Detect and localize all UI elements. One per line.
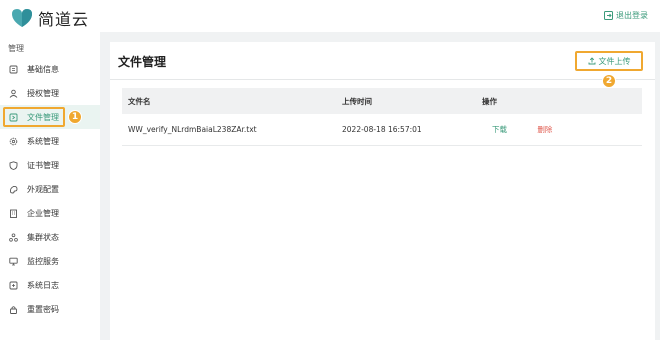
page-title: 文件管理 bbox=[118, 55, 167, 69]
upload-file-label: 文件上传 bbox=[598, 56, 631, 66]
logout-label: 退出登录 bbox=[616, 11, 648, 20]
brand-logo[interactable]: 简道云 bbox=[10, 6, 89, 30]
column-header-upload-time: 上传时间 bbox=[342, 96, 372, 106]
appearance-icon bbox=[9, 185, 18, 194]
sidebar-item-enterprise[interactable]: 企业管理 bbox=[0, 201, 100, 225]
file-table: 文件名 上传时间 操作 WW_verify_NLrdmBaiaL238ZAr.t… bbox=[122, 88, 642, 146]
cluster-icon bbox=[9, 232, 18, 242]
user-icon bbox=[9, 89, 18, 98]
sidebar-item-monitoring[interactable]: 监控服务 bbox=[0, 249, 100, 273]
sidebar-item-label: 授权管理 bbox=[27, 88, 59, 98]
column-header-actions: 操作 bbox=[482, 96, 497, 106]
top-bar: 简道云 退出登录 bbox=[0, 0, 660, 32]
sidebar-item-label: 集群状态 bbox=[27, 232, 59, 242]
lock-icon bbox=[9, 305, 18, 314]
sidebar-item-label: 监控服务 bbox=[27, 256, 59, 266]
sidebar-item-authorization[interactable]: 授权管理 bbox=[0, 81, 100, 105]
sidebar-item-certificate[interactable]: 证书管理 bbox=[0, 153, 100, 177]
monitor-icon bbox=[9, 257, 18, 266]
brand-name: 简道云 bbox=[38, 10, 90, 29]
cell-filename: WW_verify_NLrdmBaiaL238ZAr.txt bbox=[128, 125, 257, 134]
table-row: WW_verify_NLrdmBaiaL238ZAr.txt 2022-08-1… bbox=[122, 114, 642, 146]
column-header-filename: 文件名 bbox=[128, 96, 151, 106]
table-header: 文件名 上传时间 操作 bbox=[122, 88, 642, 114]
cell-upload-time: 2022-08-18 16:57:01 bbox=[342, 125, 422, 134]
logout-icon bbox=[604, 11, 613, 20]
content-panel: 文件管理 文件上传 文件名 上传时间 操作 WW_verify_NLrdmBai… bbox=[110, 42, 655, 340]
sidebar-group-label: 管理 bbox=[8, 44, 24, 53]
sidebar-item-label: 企业管理 bbox=[27, 208, 59, 218]
sidebar-item-system-log[interactable]: 系统日志 bbox=[0, 273, 100, 297]
building-icon bbox=[9, 209, 18, 218]
download-link[interactable]: 下载 bbox=[492, 125, 507, 134]
sidebar-item-label: 基础信息 bbox=[27, 64, 59, 74]
log-icon bbox=[9, 281, 18, 290]
highlight-frame bbox=[3, 107, 65, 127]
sidebar-item-reset-password[interactable]: 重置密码 bbox=[0, 297, 100, 321]
sidebar-item-system-management[interactable]: 系统管理 bbox=[0, 129, 100, 153]
gear-icon bbox=[9, 137, 18, 146]
upload-icon bbox=[588, 57, 596, 65]
panel-header: 文件管理 文件上传 bbox=[110, 42, 655, 80]
sidebar-item-appearance[interactable]: 外观配置 bbox=[0, 177, 100, 201]
logout-button[interactable]: 退出登录 bbox=[604, 10, 648, 21]
info-card-icon bbox=[9, 65, 18, 74]
sidebar-item-label: 重置密码 bbox=[27, 304, 59, 314]
sidebar-item-label: 证书管理 bbox=[27, 160, 59, 170]
upload-file-button[interactable]: 文件上传 bbox=[575, 51, 643, 71]
sidebar-item-label: 系统日志 bbox=[27, 280, 59, 290]
logo-icon bbox=[10, 8, 34, 28]
sidebar-item-label: 外观配置 bbox=[27, 184, 59, 194]
sidebar-item-basic-info[interactable]: 基础信息 bbox=[0, 57, 100, 81]
sidebar-item-label: 系统管理 bbox=[27, 136, 59, 146]
cell-actions: 下载 删除 bbox=[482, 124, 642, 135]
delete-link[interactable]: 删除 bbox=[537, 125, 552, 134]
shield-icon bbox=[9, 160, 18, 170]
step-badge-2: 2 bbox=[602, 74, 616, 88]
step-badge-1: 1 bbox=[68, 110, 82, 124]
sidebar-item-cluster-status[interactable]: 集群状态 bbox=[0, 225, 100, 249]
